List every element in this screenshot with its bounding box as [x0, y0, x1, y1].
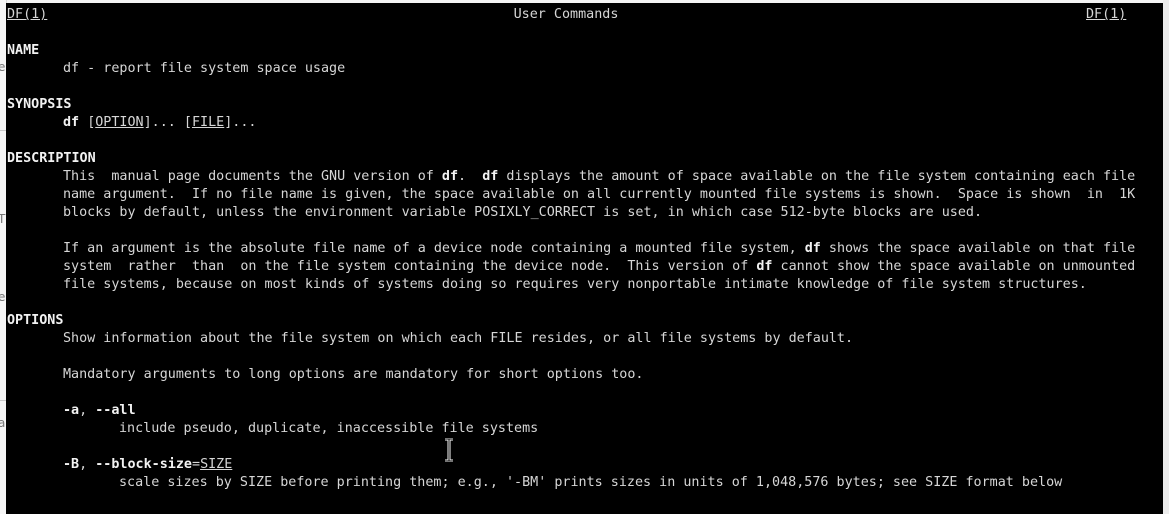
man-header-right: DF(1)	[1086, 6, 1126, 24]
terminal-window[interactable]: DF(1) User Commands DF(1) NAME df - repo…	[6, 3, 1163, 514]
synopsis-line: df [OPTION]... [FILE]...	[63, 114, 257, 132]
option-block-size-description: scale sizes by SIZE before printing them…	[119, 475, 1063, 490]
description-text: shows the space available on that file	[820, 241, 1136, 256]
description-line: If an argument is the absolute file name…	[63, 240, 1135, 258]
description-text: This manual page documents the GNU versi…	[63, 169, 442, 184]
option-block-size: -B, --block-size=SIZE	[63, 456, 232, 474]
description-text: cannot show the space available on unmou…	[772, 259, 1136, 274]
option-block-size-short: -B	[63, 457, 80, 472]
man-header-center: User Commands	[513, 7, 619, 22]
description-text: system rather than on the file system co…	[63, 259, 757, 274]
option-separator: ,	[79, 403, 96, 418]
synopsis-space	[79, 115, 87, 130]
section-name-heading: NAME	[7, 43, 40, 58]
option-equals: =	[192, 457, 201, 472]
window-right-edge	[1163, 0, 1169, 514]
option-all-description: include pseudo, duplicate, inaccessible …	[119, 421, 539, 436]
options-intro: Show information about the file system o…	[63, 331, 854, 346]
description-cmd: df	[441, 169, 459, 184]
section-synopsis-heading: SYNOPSIS	[7, 97, 72, 112]
description-cmd: df	[804, 241, 821, 256]
background-glyph: e	[0, 290, 6, 304]
description-line: name argument. If no file name is given,…	[63, 187, 1136, 202]
description-cmd: df	[482, 169, 499, 184]
text-cursor-icon	[443, 438, 455, 462]
description-line: This manual page documents the GNU versi…	[63, 168, 1135, 186]
background-glyph: a	[0, 416, 6, 430]
section-description-heading: DESCRIPTION	[7, 151, 96, 166]
background-glyph: e	[0, 60, 6, 74]
description-text: displays the amount of space available o…	[498, 169, 1136, 184]
background-glyph: T	[0, 212, 6, 226]
description-line: system rather than on the file system co…	[63, 258, 1135, 276]
option-all-long: --all	[95, 403, 136, 418]
description-cmd: df	[756, 259, 773, 274]
option-separator: ,	[79, 457, 96, 472]
section-options-heading: OPTIONS	[7, 313, 64, 328]
name-text: df - report file system space usage	[63, 61, 346, 76]
header-right-text: DF(1)	[1086, 7, 1127, 22]
description-line: blocks by default, unless the environmen…	[63, 205, 983, 220]
options-mandatory-note: Mandatory arguments to long options are …	[63, 367, 644, 382]
option-block-size-long: --block-size	[95, 457, 192, 472]
description-line: file systems, because on most kinds of s…	[63, 277, 1087, 292]
synopsis-command: df	[63, 115, 80, 130]
synopsis-option: OPTION	[95, 115, 144, 130]
synopsis-file: FILE	[192, 115, 225, 130]
option-block-size-arg: SIZE	[200, 457, 233, 472]
option-all: -a, --all	[63, 402, 136, 420]
synopsis-end: ]...	[224, 115, 257, 130]
description-text: If an argument is the absolute file name…	[63, 241, 805, 256]
option-all-short: -a	[63, 403, 80, 418]
description-text: .	[458, 169, 483, 184]
synopsis-mid: ]... [	[143, 115, 192, 130]
